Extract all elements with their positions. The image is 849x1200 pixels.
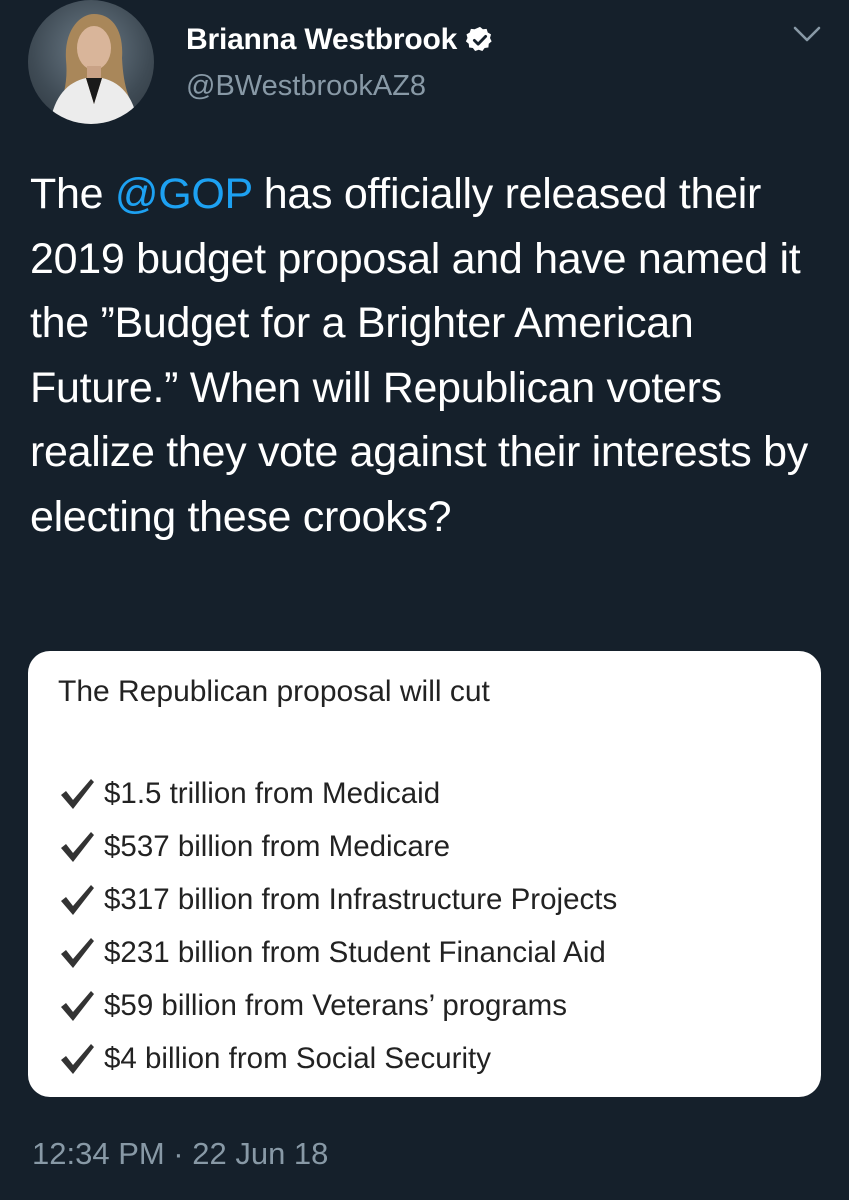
mention-link[interactable]: @GOP	[115, 170, 253, 218]
checkmark-icon	[61, 831, 94, 862]
display-name[interactable]: Brianna Westbrook	[186, 23, 457, 57]
checkmark-icon	[61, 778, 94, 809]
author-row: Brianna Westbrook	[186, 18, 495, 62]
image-card[interactable]: The Republican proposal will cut $1.5 tr…	[28, 651, 821, 1097]
checkmark-icon	[61, 1043, 94, 1074]
list-item: $231 billion from Student Financial Aid	[58, 926, 617, 979]
checkmark-icon	[61, 884, 94, 915]
cut-item-text: $1.5 trillion from Medicaid	[104, 776, 441, 810]
list-item: $1.5 trillion from Medicaid	[58, 767, 617, 820]
cut-item-text: $317 billion from Infrastructure Project…	[104, 882, 618, 916]
verified-badge-icon	[465, 25, 495, 55]
tweet-text-start: The	[30, 170, 115, 218]
tweet: Brianna Westbrook @BWestbrookAZ8 The @GO…	[0, 0, 849, 1200]
author-handle[interactable]: @BWestbrookAZ8	[186, 70, 426, 103]
tweet-text: The @GOP has officially released their 2…	[30, 162, 830, 549]
avatar[interactable]	[28, 0, 154, 124]
list-item: $4 billion from Social Security	[58, 1032, 617, 1085]
cut-item-text: $537 billion from Medicare	[104, 829, 450, 863]
tweet-timestamp[interactable]: 12:34 PM · 22 Jun 18	[32, 1136, 328, 1172]
cut-item-text: $4 billion from Social Security	[104, 1041, 491, 1075]
checkmark-icon	[61, 937, 94, 968]
cut-item-text: $231 billion from Student Financial Aid	[104, 935, 606, 969]
list-item: $59 billion from Veterans’ programs	[58, 979, 617, 1032]
cut-item-text: $59 billion from Veterans’ programs	[104, 988, 567, 1022]
checkmark-icon	[61, 990, 94, 1021]
list-item: $537 billion from Medicare	[58, 820, 617, 873]
avatar-photo	[50, 14, 138, 124]
card-title: The Republican proposal will cut	[58, 675, 490, 708]
list-item: $317 billion from Infrastructure Project…	[58, 873, 617, 926]
tweet-text-rest: has officially released their 2019 budge…	[30, 170, 808, 541]
chevron-down-icon[interactable]	[792, 24, 822, 44]
cut-list: $1.5 trillion from Medicaid $537 billion…	[58, 767, 617, 1085]
